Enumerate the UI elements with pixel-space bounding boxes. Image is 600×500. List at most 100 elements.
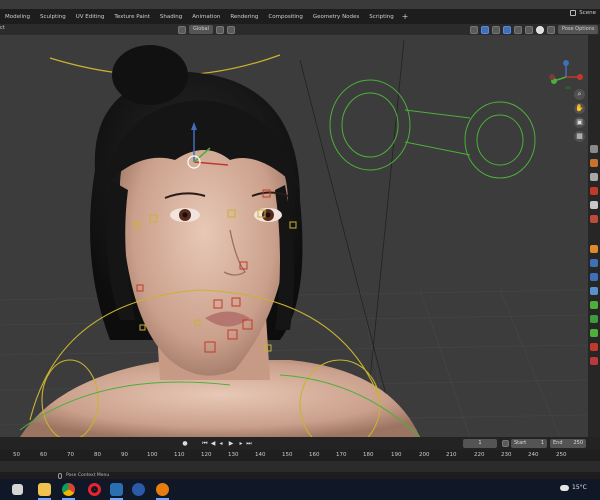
ruler-tick: 250 [556, 452, 567, 458]
tool-tab-icon[interactable] [590, 145, 598, 153]
data-tab-icon[interactable] [590, 315, 598, 323]
tab-modeling[interactable]: Modeling [0, 14, 35, 20]
play-reverse-icon[interactable]: ◂ [218, 440, 224, 447]
object-tab-icon[interactable] [590, 245, 598, 253]
workspace-tab-bar: Modeling Sculpting UV Editing Texture Pa… [0, 9, 600, 24]
start-value: 1 [540, 440, 544, 446]
material-tab-icon[interactable] [590, 343, 598, 351]
ruler-tick: 210 [446, 452, 457, 458]
viewport-scene [0, 39, 588, 437]
viewport-header: ct Global Pose Options [0, 24, 600, 35]
cinema4d-icon[interactable] [132, 483, 145, 496]
tab-sculpting[interactable]: Sculpting [35, 14, 71, 20]
prev-keyframe-icon[interactable]: ◀ [210, 440, 216, 447]
scene-tab-icon[interactable] [590, 201, 598, 209]
tab-animation[interactable]: Animation [187, 14, 225, 20]
ruler-tick: 90 [121, 452, 128, 458]
hair-bun [112, 45, 188, 105]
blender-icon[interactable] [156, 483, 169, 496]
viewport-shading-group: Pose Options [470, 25, 599, 34]
particles-tab-icon[interactable] [590, 273, 598, 281]
end-label: End [553, 440, 563, 446]
bone-tab-icon[interactable] [590, 329, 598, 337]
shading-material-icon[interactable] [536, 25, 544, 34]
zoom-icon[interactable]: ⌕ [574, 89, 585, 100]
pose-options-dropdown[interactable]: Pose Options [558, 25, 599, 34]
xray-toggle-icon[interactable] [503, 25, 511, 34]
end-frame-field[interactable]: End 250 [550, 439, 586, 448]
chrome-icon[interactable] [62, 483, 75, 496]
output-tab-icon[interactable] [590, 173, 598, 181]
mouse-right-icon [58, 472, 62, 479]
tab-uv-editing[interactable]: UV Editing [71, 14, 110, 20]
ruler-tick: 200 [419, 452, 430, 458]
tab-rendering[interactable]: Rendering [225, 14, 263, 20]
render-tab-icon[interactable] [590, 159, 598, 167]
timeline-ruler[interactable]: 50 60 70 80 90 100 110 120 130 140 150 1… [0, 450, 600, 461]
tab-geometry-nodes[interactable]: Geometry Nodes [308, 14, 364, 20]
orientation-icon [178, 25, 186, 34]
tab-compositing[interactable]: Compositing [263, 14, 307, 20]
properties-tab-strip [588, 35, 600, 455]
timeline-header: ● ⏮ ◀ ◂ ▶ ▸ ⏭ 1 Start 1 End 250 [0, 437, 600, 450]
world-tab-icon[interactable] [590, 215, 598, 223]
status-hint: Pose Context Menu [66, 472, 110, 478]
tab-scripting[interactable]: Scripting [364, 14, 398, 20]
select-menu-fragment[interactable]: ct [0, 25, 5, 31]
start-frame-field[interactable]: Start 1 [511, 439, 547, 448]
scene-label: Scene [579, 10, 596, 16]
opera-icon[interactable] [88, 483, 101, 496]
shading-wireframe-icon[interactable] [514, 25, 522, 34]
navigation-gizmo[interactable] [546, 59, 586, 89]
texture-tab-icon[interactable] [590, 357, 598, 365]
shading-solid-icon[interactable] [525, 25, 533, 34]
ruler-tick: 60 [40, 452, 47, 458]
ruler-tick: 110 [174, 452, 185, 458]
app-m-icon[interactable] [110, 483, 123, 496]
temperature-label: 15°C [572, 484, 587, 491]
ruler-tick: 160 [309, 452, 320, 458]
pivot-icon[interactable] [215, 25, 224, 34]
ruler-tick: 80 [94, 452, 101, 458]
3d-viewport[interactable]: ⌕ ✋ ▣ ▦ [0, 35, 588, 437]
add-workspace-button[interactable]: + [399, 12, 412, 21]
blender-window: Modeling Sculpting UV Editing Texture Pa… [0, 0, 600, 500]
pan-hand-icon[interactable]: ✋ [574, 103, 585, 114]
ruler-tick: 70 [67, 452, 74, 458]
play-icon[interactable]: ▶ [228, 440, 234, 447]
timeline-track[interactable] [0, 461, 600, 472]
orientation-dropdown[interactable]: Global [189, 25, 213, 34]
ruler-tick: 170 [336, 452, 347, 458]
gizmo-toggle-icon[interactable] [481, 25, 489, 34]
physics-tab-icon[interactable] [590, 287, 598, 295]
constraints-tab-icon[interactable] [590, 301, 598, 309]
ruler-tick: 230 [501, 452, 512, 458]
end-value: 250 [573, 440, 583, 446]
next-keyframe-icon[interactable]: ▸ [238, 440, 244, 447]
start-label: Start [514, 440, 527, 446]
head-control-widget [329, 79, 536, 179]
camera-view-icon[interactable]: ▣ [574, 117, 585, 128]
system-tray[interactable]: 15°C [560, 484, 587, 491]
preview-range-icon[interactable] [502, 440, 509, 447]
view-layer-tab-icon[interactable] [590, 187, 598, 195]
snap-icon[interactable] [226, 25, 235, 34]
transform-orientation-group: Global [178, 25, 235, 34]
shading-rendered-icon[interactable] [547, 25, 555, 34]
file-explorer-icon[interactable] [38, 483, 51, 496]
modifier-tab-icon[interactable] [590, 259, 598, 267]
current-frame-field[interactable]: 1 [463, 439, 497, 448]
ruler-tick: 140 [255, 452, 266, 458]
ruler-tick: 100 [147, 452, 158, 458]
tab-texture-paint[interactable]: Texture Paint [109, 14, 155, 20]
jump-start-icon[interactable]: ⏮ [202, 440, 208, 447]
scene-selector[interactable]: Scene [570, 10, 600, 16]
tab-shading[interactable]: Shading [155, 14, 187, 20]
overlay-toggle-icon[interactable] [492, 25, 500, 34]
perspective-toggle-icon[interactable]: ▦ [574, 131, 585, 142]
record-icon[interactable]: ● [182, 440, 188, 447]
windows-start-icon[interactable] [12, 484, 23, 495]
windows-taskbar: 15°C [0, 479, 600, 500]
visibility-icon[interactable] [470, 25, 478, 34]
jump-end-icon[interactable]: ⏭ [246, 440, 252, 447]
